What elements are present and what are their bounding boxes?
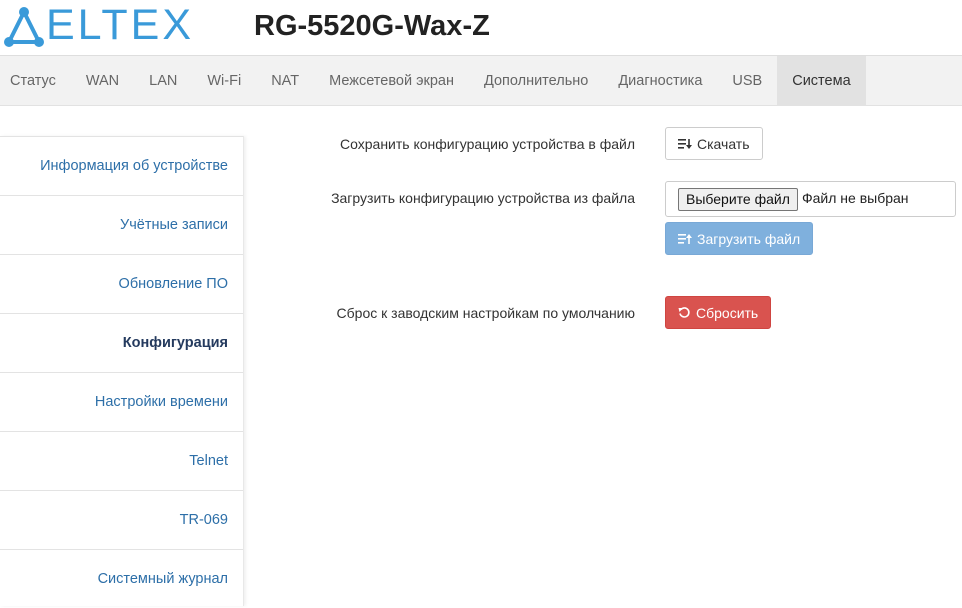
- sidebar-item-configuration[interactable]: Конфигурация: [0, 313, 243, 372]
- undo-icon: [678, 307, 690, 318]
- nav-lan[interactable]: LAN: [134, 56, 192, 106]
- sidebar-item-syslog[interactable]: Системный журнал: [0, 549, 243, 608]
- sidebar-item-time-settings[interactable]: Настройки времени: [0, 372, 243, 431]
- nav-system[interactable]: Система: [777, 56, 866, 106]
- nav-wan[interactable]: WAN: [71, 56, 134, 106]
- logo-text: ELTEX: [46, 1, 195, 49]
- sidebar-item-device-info[interactable]: Информация об устройстве: [0, 136, 243, 195]
- device-model-title: RG-5520G-Wax-Z: [254, 10, 490, 42]
- nav-nat[interactable]: NAT: [256, 56, 314, 106]
- file-status-text: Файл не выбран: [802, 190, 909, 206]
- factory-reset-label: Сброс к заводским настройкам по умолчани…: [336, 305, 635, 321]
- sidebar-item-tr069[interactable]: TR-069: [0, 490, 243, 549]
- nav-wifi[interactable]: Wi-Fi: [192, 56, 256, 106]
- file-input[interactable]: Выберите файл Файл не выбран: [665, 181, 956, 217]
- save-config-label: Сохранить конфигурацию устройства в файл: [340, 136, 635, 152]
- download-button[interactable]: Скачать: [665, 127, 763, 160]
- choose-file-button[interactable]: Выберите файл: [678, 188, 798, 211]
- reset-button[interactable]: Сбросить: [665, 296, 772, 329]
- upload-file-button-label: Загрузить файл: [697, 230, 801, 247]
- nav-advanced[interactable]: Дополнительно: [469, 56, 603, 106]
- main-nav: Статус WAN LAN Wi-Fi NAT Межсетевой экра…: [0, 55, 962, 106]
- sidebar: Информация об устройстве Учётные записи …: [0, 136, 244, 606]
- sidebar-item-telnet[interactable]: Telnet: [0, 431, 243, 490]
- nav-status[interactable]: Статус: [0, 56, 71, 106]
- nav-diagnostics[interactable]: Диагностика: [603, 56, 717, 106]
- reset-button-label: Сбросить: [696, 304, 759, 321]
- upload-file-button[interactable]: Загрузить файл: [665, 222, 814, 255]
- nav-usb[interactable]: USB: [717, 56, 777, 106]
- download-button-label: Скачать: [697, 135, 750, 152]
- list-download-icon: [678, 138, 692, 149]
- sidebar-item-firmware-update[interactable]: Обновление ПО: [0, 254, 243, 313]
- header: ELTEX RG-5520G-Wax-Z: [0, 0, 962, 55]
- nav-firewall[interactable]: Межсетевой экран: [314, 56, 469, 106]
- sidebar-item-accounts[interactable]: Учётные записи: [0, 195, 243, 254]
- list-upload-icon: [678, 233, 692, 244]
- eltex-logo-icon: [4, 7, 44, 47]
- load-config-label: Загрузить конфигурацию устройства из фай…: [331, 190, 635, 206]
- eltex-logo[interactable]: ELTEX: [2, 1, 202, 49]
